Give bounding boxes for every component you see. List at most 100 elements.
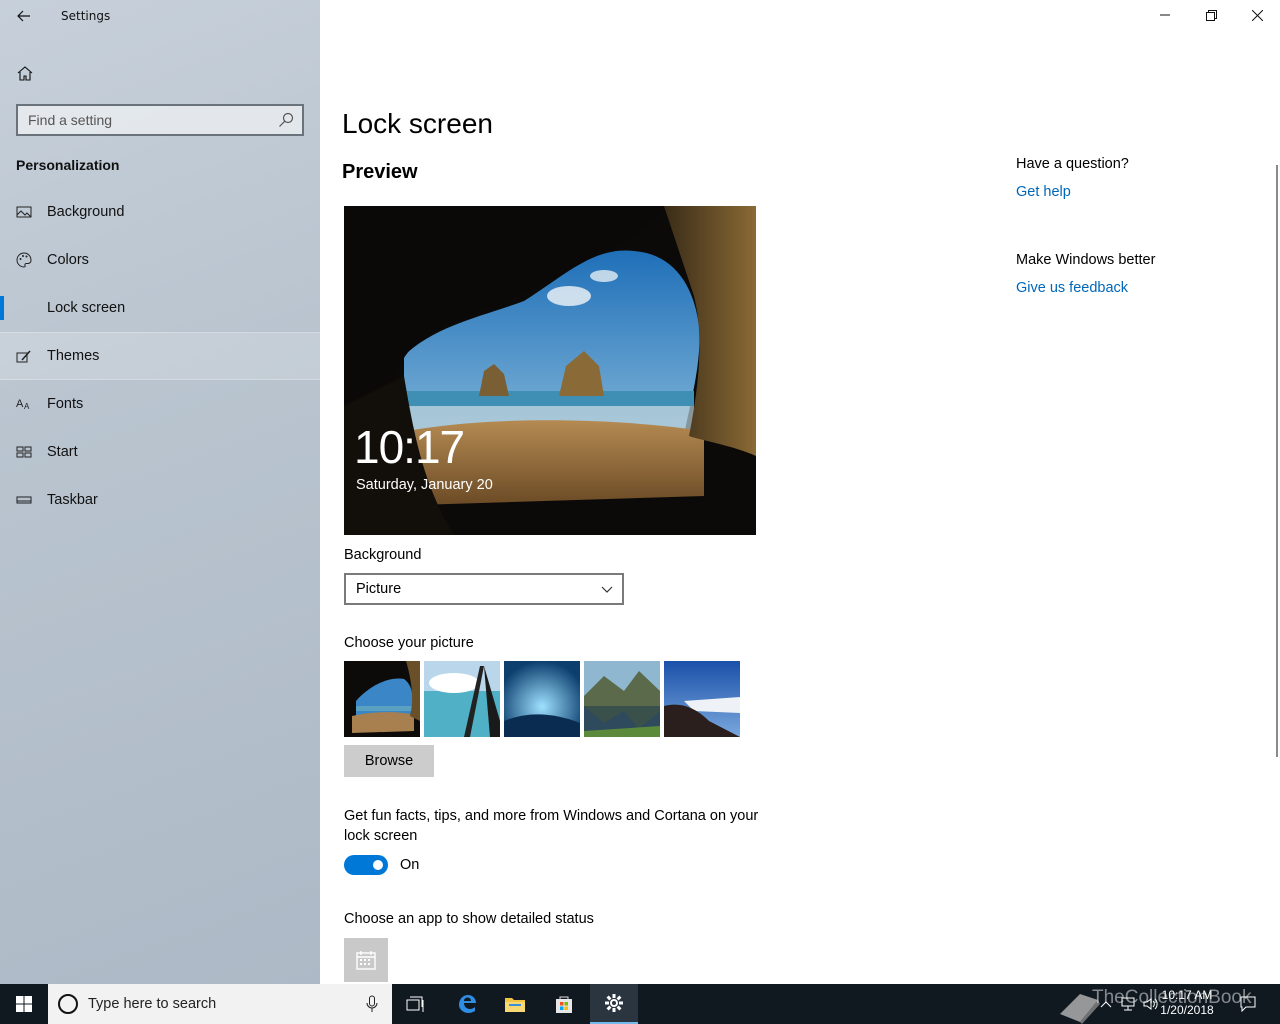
search-icon[interactable] (278, 112, 294, 128)
taskbar: Type here to search TheCollectionBook 10… (0, 984, 1280, 1024)
background-label: Background (344, 547, 422, 563)
detailed-status-app-button[interactable] (344, 938, 388, 982)
ice-cave-thumbnail (504, 661, 580, 737)
taskbar-date: 1/20/2018 (1160, 1003, 1214, 1017)
sidebar-item-taskbar[interactable]: Taskbar (0, 476, 320, 524)
aerial-water-thumbnail (424, 661, 500, 737)
scrollbar[interactable] (1276, 165, 1278, 757)
taskbar-search[interactable]: Type here to search (48, 984, 392, 1024)
store-button[interactable] (540, 984, 588, 1024)
folder-icon (505, 998, 525, 1012)
taskbar-time: 10:17 AM (1161, 988, 1213, 1002)
home-icon (17, 65, 33, 81)
close-button[interactable] (1234, 0, 1280, 30)
settings-taskbar-button[interactable] (590, 984, 638, 1024)
calendar-icon (356, 951, 376, 970)
font-icon: AA (16, 398, 30, 411)
minimize-icon (1160, 14, 1170, 16)
minimize-button[interactable] (1142, 0, 1188, 30)
sidebar-item-label: Colors (47, 252, 89, 268)
cave-beach-thumbnail (344, 661, 420, 737)
edge-icon (459, 995, 476, 1013)
sidebar-item-label: Fonts (47, 396, 84, 412)
sidebar-item-label: Lock screen (47, 300, 126, 316)
lock-screen-preview: 10:17 Saturday, January 20 (344, 206, 756, 535)
browse-button[interactable]: Browse (344, 745, 434, 777)
system-tray: TheCollectionBook 10:17 AM 1/20/2018 (1020, 984, 1280, 1024)
background-dropdown[interactable]: Picture (344, 573, 624, 605)
sidebar-item-start[interactable]: Start (0, 428, 320, 476)
picture-icon (16, 206, 32, 218)
toggle-knob (373, 860, 383, 870)
back-arrow-icon (17, 10, 30, 22)
preview-heading: Preview (342, 161, 418, 183)
edge-button[interactable] (443, 984, 491, 1024)
sidebar-item-fonts[interactable]: AA Fonts (0, 380, 320, 428)
feedback-heading: Make Windows better (1016, 252, 1156, 268)
toggle-state-label: On (400, 857, 420, 873)
gear-icon (605, 994, 623, 1012)
back-button[interactable] (8, 2, 40, 30)
preview-date: Saturday, January 20 (356, 477, 493, 493)
home-button[interactable] (10, 58, 40, 88)
lock-screen-icon (16, 300, 32, 316)
sidebar-item-background[interactable]: Background (0, 188, 320, 236)
help-heading: Have a question? (1016, 156, 1129, 172)
get-help-link[interactable]: Get help (1016, 184, 1071, 200)
snow-horizon-thumbnail (664, 661, 740, 737)
taskbar-icon (16, 496, 32, 504)
restore-button[interactable] (1188, 0, 1234, 30)
picture-thumbnail[interactable] (664, 661, 740, 737)
preview-clock: 10:17 (354, 421, 465, 473)
start-button[interactable] (0, 984, 48, 1024)
window-controls (1142, 0, 1280, 32)
sidebar-item-label: Taskbar (47, 492, 98, 508)
page-title: Lock screen (342, 108, 493, 139)
choose-picture-label: Choose your picture (344, 635, 474, 651)
chevron-down-icon (601, 586, 613, 593)
sidebar-item-colors[interactable]: Colors (0, 236, 320, 284)
title-bar: Settings (0, 0, 320, 32)
sidebar: Settings Personalization Background Colo… (0, 0, 320, 984)
palette-icon (16, 252, 32, 268)
fun-facts-label: Get fun facts, tips, and more from Windo… (344, 808, 759, 844)
picture-thumbnail[interactable] (504, 661, 580, 737)
mountain-lake-thumbnail (584, 661, 660, 737)
search-input[interactable] (18, 106, 302, 134)
network-icon[interactable] (1120, 996, 1136, 1012)
task-view-icon (406, 996, 424, 1012)
picture-thumbnail[interactable] (344, 661, 420, 737)
file-explorer-button[interactable] (491, 984, 539, 1024)
picture-thumbnails (344, 661, 740, 737)
sidebar-item-themes[interactable]: Themes (0, 332, 320, 380)
microphone-icon[interactable] (366, 995, 378, 1013)
restore-icon (1205, 9, 1217, 21)
sidebar-item-label: Background (47, 204, 125, 220)
taskbar-clock[interactable]: 10:17 AM 1/20/2018 (1152, 988, 1222, 1018)
give-feedback-link[interactable]: Give us feedback (1016, 280, 1128, 296)
picture-thumbnail[interactable] (424, 661, 500, 737)
search-box (16, 104, 304, 136)
svg-text:A: A (16, 398, 24, 410)
sidebar-nav: Background Colors Lock screen Themes AA … (0, 188, 320, 524)
cortana-icon (58, 994, 78, 1014)
windows-logo-icon (16, 996, 32, 1012)
picture-thumbnail[interactable] (584, 661, 660, 737)
start-icon (16, 446, 32, 458)
tray-chevron-up-icon[interactable] (1100, 1000, 1112, 1008)
close-icon (1251, 9, 1263, 21)
sidebar-item-lock-screen[interactable]: Lock screen (0, 284, 320, 332)
sidebar-item-label: Themes (47, 348, 100, 364)
detailed-status-label: Choose an app to show detailed status (344, 911, 594, 927)
brush-icon (16, 350, 31, 363)
store-bag-icon (556, 996, 572, 1013)
fun-facts-toggle[interactable] (344, 855, 388, 875)
task-view-button[interactable] (392, 984, 440, 1024)
svg-text:A: A (24, 402, 30, 411)
sidebar-item-label: Start (47, 444, 78, 460)
action-center-icon[interactable] (1240, 996, 1256, 1012)
taskbar-search-placeholder: Type here to search (88, 996, 217, 1012)
section-label: Personalization (16, 157, 120, 173)
background-dropdown-value: Picture (356, 581, 402, 597)
app-title: Settings (61, 9, 111, 23)
